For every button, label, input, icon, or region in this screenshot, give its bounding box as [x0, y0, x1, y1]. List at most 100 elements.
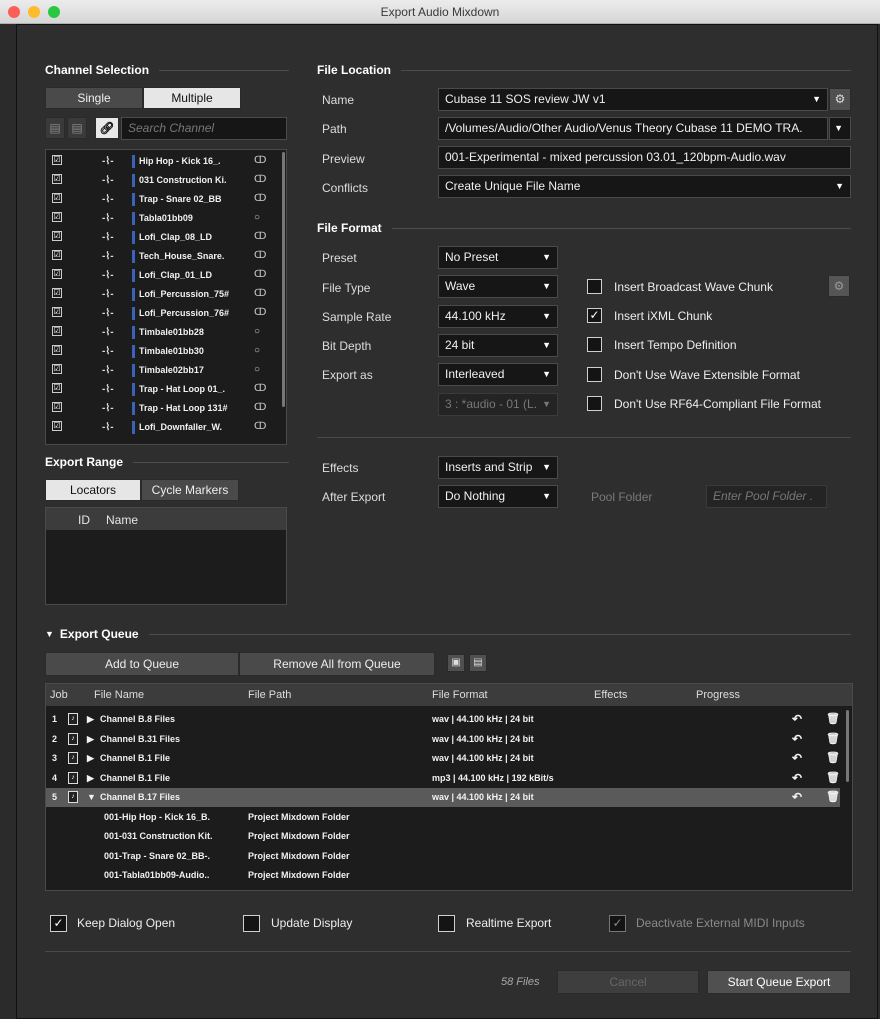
channel-row[interactable]: ☑ -⌇- Trap - Snare 02_BB ↀ [46, 191, 278, 209]
tab-cycle-markers[interactable]: Cycle Markers [141, 479, 239, 501]
conflicts-select[interactable]: Create Unique File Name ▼ [438, 175, 851, 198]
channel-checkbox[interactable]: ☑ [52, 269, 62, 279]
channel-checkbox[interactable]: ☑ [52, 402, 62, 412]
path-dropdown[interactable]: ▼ [829, 117, 851, 140]
channel-row[interactable]: ☑ -⌇- Lofi_Downfaller_W. ↀ [46, 419, 278, 437]
channel-checkbox[interactable]: ☑ [52, 421, 62, 431]
channel-row[interactable]: ☑ -⌇- Hip Hop - Kick 16_. ↀ [46, 153, 278, 171]
trash-icon[interactable]: 🗑︎ [826, 732, 840, 745]
triangle-right-icon[interactable]: ▶ [87, 714, 94, 725]
tab-single[interactable]: Single [45, 87, 143, 109]
file-type-select[interactable]: Wave ▼ [438, 275, 558, 298]
channel-checkbox[interactable]: ☑ [52, 307, 62, 317]
channel-row[interactable]: ☑ -⌇- Tech_House_Snare. ↀ [46, 248, 278, 266]
collapse-all-icon[interactable]: ▣ [447, 654, 465, 672]
insert-broadcast-wave-checkbox[interactable] [587, 279, 602, 294]
channel-row[interactable]: ☑ -⌇- 031 Construction Ki. ↀ [46, 172, 278, 190]
sample-rate-label: Sample Rate [322, 310, 392, 324]
preset-select[interactable]: No Preset ▼ [438, 246, 558, 269]
triangle-right-icon[interactable]: ▶ [87, 734, 94, 745]
gear-icon[interactable]: ⚙ [829, 88, 851, 111]
channel-checkbox[interactable]: ☑ [52, 231, 62, 241]
undo-icon[interactable]: ↶ [792, 751, 802, 765]
channel-row[interactable]: ☑ -⌇- Lofi_Clap_08_LD ↀ [46, 229, 278, 247]
channel-row[interactable]: ☑ -⌇- Lofi_Percussion_75# ↀ [46, 286, 278, 304]
tab-multiple[interactable]: Multiple [143, 87, 241, 109]
path-field[interactable]: /Volumes/Audio/Other Audio/Venus Theory … [438, 117, 828, 140]
insert-ixml-checkbox[interactable]: ✓ [587, 308, 602, 323]
undo-icon[interactable]: ↶ [792, 712, 802, 726]
rf64-checkbox[interactable] [587, 396, 602, 411]
channel-checkbox[interactable]: ☑ [52, 326, 62, 336]
keep-dialog-open-checkbox[interactable]: ✓ [50, 915, 67, 932]
broadcast-settings-gear-icon[interactable]: ⚙ [828, 275, 850, 297]
trash-icon[interactable]: 🗑︎ [826, 712, 840, 725]
search-channel-input[interactable]: Search Channel [121, 117, 287, 140]
queue-job-row[interactable]: 1 ♪ ▶ Channel B.8 Files wav | 44.100 kHz | 2… [46, 710, 840, 729]
effects-select[interactable]: Inserts and Strip ▼ [438, 456, 558, 479]
collapse-icon[interactable]: ▤ [45, 117, 65, 139]
channel-row[interactable]: ☑ -⌇- Timbale01bb28 ○ [46, 324, 278, 342]
export-as-select[interactable]: Interleaved ▼ [438, 363, 558, 386]
queue-file-row[interactable]: 001-Trap - Snare 02_BB-. Project Mixdown … [46, 847, 840, 866]
channel-checkbox[interactable]: ☑ [52, 250, 62, 260]
bit-depth-select[interactable]: 24 bit ▼ [438, 334, 558, 357]
channel-checkbox[interactable]: ☑ [52, 174, 62, 184]
export-queue-heading[interactable]: ▼ Export Queue [45, 627, 851, 641]
sample-rate-select[interactable]: 44.100 kHz ▼ [438, 305, 558, 328]
expand-icon[interactable]: ▤ [67, 117, 87, 139]
triangle-right-icon[interactable]: ▶ [87, 773, 94, 784]
channel-list-scrollbar[interactable] [282, 152, 285, 407]
queue-file-row[interactable]: 001-Tabla01bb09-Audio.. Project Mixdown F… [46, 866, 840, 885]
cancel-button[interactable]: Cancel [557, 970, 699, 994]
queue-file-row[interactable]: 001-031 Construction Kit. Project Mixdown… [46, 827, 840, 846]
channel-color-bar [132, 402, 135, 415]
link-icon[interactable]: 🔗︎ [95, 117, 119, 139]
insert-tempo-label: Insert Tempo Definition [614, 338, 737, 352]
insert-tempo-checkbox[interactable] [587, 337, 602, 352]
channel-row[interactable]: ☑ -⌇- Lofi_Percussion_76# ↀ [46, 305, 278, 323]
remove-all-from-queue-button[interactable]: Remove All from Queue [239, 652, 435, 676]
expand-all-icon[interactable]: ▤ [469, 654, 487, 672]
trash-icon[interactable]: 🗑︎ [826, 771, 840, 784]
queue-job-row[interactable]: 2 ♪ ▶ Channel B.31 Files wav | 44.100 kHz | … [46, 730, 840, 749]
queue-job-row[interactable]: 3 ♪ ▶ Channel B.1 File wav | 44.100 kHz | 24… [46, 749, 840, 768]
channel-checkbox[interactable]: ☑ [52, 364, 62, 374]
channel-row[interactable]: ☑ -⌇- Trap - Hat Loop 01_. ↀ [46, 381, 278, 399]
channel-checkbox[interactable]: ☑ [52, 193, 62, 203]
tab-locators[interactable]: Locators [45, 479, 141, 501]
channel-color-bar [132, 250, 135, 263]
undo-icon[interactable]: ↶ [792, 771, 802, 785]
wave-extensible-checkbox[interactable] [587, 367, 602, 382]
update-display-checkbox[interactable] [243, 915, 260, 932]
channel-checkbox[interactable]: ☑ [52, 288, 62, 298]
channel-checkbox[interactable]: ☑ [52, 155, 62, 165]
start-queue-export-button[interactable]: Start Queue Export [707, 970, 851, 994]
channel-row[interactable]: ☑ -⌇- Timbale02bb17 ○ [46, 362, 278, 380]
queue-file-row[interactable]: 001-Hip Hop - Kick 16_B. Project Mixdown … [46, 808, 840, 827]
trash-icon[interactable]: 🗑︎ [826, 790, 840, 803]
waveform-icon: -⌇- [102, 327, 114, 338]
channel-row[interactable]: ☑ -⌇- Lofi_Clap_01_LD ↀ [46, 267, 278, 285]
channel-checkbox[interactable]: ☑ [52, 345, 62, 355]
add-to-queue-button[interactable]: Add to Queue [45, 652, 239, 676]
channel-row[interactable]: ☑ -⌇- Timbale01bb30 ○ [46, 343, 278, 361]
channel-row[interactable]: ☑ -⌇- Tabla01bb09 ○ [46, 210, 278, 228]
realtime-export-checkbox[interactable] [438, 915, 455, 932]
channel-checkbox[interactable]: ☑ [52, 212, 62, 222]
update-display-label: Update Display [271, 916, 353, 930]
triangle-right-icon[interactable]: ▶ [87, 753, 94, 764]
queue-scrollbar[interactable] [846, 710, 849, 782]
trash-icon[interactable]: 🗑︎ [826, 751, 840, 764]
queue-job-row[interactable]: 5 ♪ ▼ Channel B.17 Files wav | 44.100 kHz | … [46, 788, 840, 807]
name-field[interactable]: Cubase 11 SOS review JW v1 ▼ [438, 88, 828, 111]
after-export-select[interactable]: Do Nothing ▼ [438, 485, 558, 508]
triangle-down-icon[interactable]: ▼ [87, 792, 96, 802]
waveform-icon: -⌇- [102, 403, 114, 414]
undo-icon[interactable]: ↶ [792, 790, 802, 804]
queue-job-row[interactable]: 4 ♪ ▶ Channel B.1 File mp3 | 44.100 kHz | 19… [46, 769, 840, 788]
undo-icon[interactable]: ↶ [792, 732, 802, 746]
channel-row[interactable]: ☑ -⌇- Trap - Hat Loop 131# ↀ [46, 400, 278, 418]
job-file-name: Channel B.31 Files [100, 733, 181, 744]
channel-checkbox[interactable]: ☑ [52, 383, 62, 393]
